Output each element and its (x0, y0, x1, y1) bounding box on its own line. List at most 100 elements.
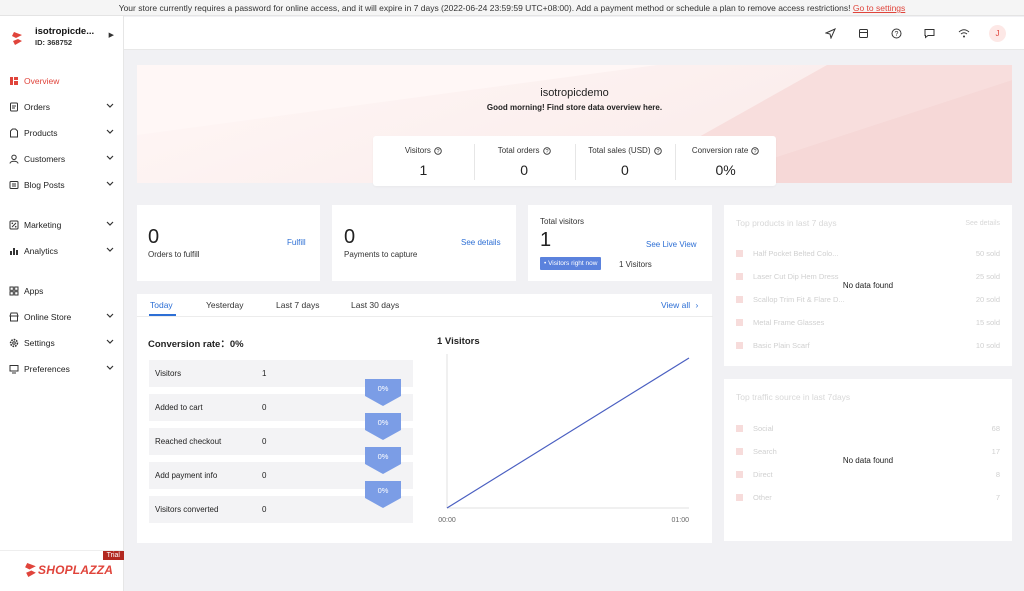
svg-text:?: ? (656, 149, 659, 155)
fulfill-label: Orders to fulfill (148, 250, 200, 259)
chevron-down-icon (106, 247, 114, 252)
chevron-down-icon (106, 339, 114, 344)
hero-greeting: Good morning! Find store data overview h… (486, 103, 663, 112)
banner-settings-link[interactable]: Go to settings (853, 3, 905, 13)
view-all-link[interactable]: View all › (661, 300, 698, 310)
blog-icon (9, 180, 19, 190)
overview-icon (9, 76, 19, 86)
total-visitors-card: Total visitors 1 See Live View • Visitor… (528, 205, 712, 281)
sidebar-item-label: Marketing (24, 220, 62, 230)
tab-last-30-days[interactable]: Last 30 days (351, 300, 399, 310)
funnel-value: 0 (262, 471, 267, 480)
funnel-label: Reached checkout (155, 437, 222, 446)
stat-value: 0 (520, 162, 529, 178)
wifi-icon[interactable] (957, 27, 970, 40)
navigation-arrow-icon[interactable] (824, 27, 837, 40)
product-sold: 15 sold (975, 318, 1000, 327)
chevron-down-icon (106, 181, 114, 186)
visitors-line-chart: 00:00 01:00 (438, 354, 690, 524)
chevron-right-icon: › (695, 300, 699, 310)
stat-total-sales: Total sales (USD)? 0 (574, 136, 676, 186)
sidebar-item-blog-posts[interactable]: Blog Posts (0, 172, 124, 198)
funnel-percent: 0% (377, 418, 389, 427)
sidebar-item-analytics[interactable]: Analytics (0, 238, 124, 264)
traffic-source: Social (753, 424, 774, 433)
help-icon[interactable]: ? (542, 146, 551, 155)
store-id: ID: 368752 (35, 38, 73, 47)
sidebar-item-preferences[interactable]: Preferences (0, 356, 124, 382)
funnel-value: 0 (262, 437, 267, 446)
stat-value: 1 (419, 162, 428, 178)
sidebar-item-label: Overview (24, 76, 60, 86)
sidebar-item-products[interactable]: Products (0, 120, 124, 146)
stats-summary: Visitors? 1 Total orders? 0 Total sales … (373, 136, 776, 186)
sidebar-item-overview[interactable]: Overview (0, 68, 124, 94)
traffic-count: 8 (995, 470, 1000, 479)
product-sold: 10 sold (975, 341, 1000, 350)
help-icon[interactable]: ? (653, 146, 662, 155)
help-icon[interactable]: ? (434, 146, 442, 155)
store-front-icon[interactable] (857, 27, 870, 40)
tab-yesterday[interactable]: Yesterday (206, 300, 244, 310)
sidebar-item-label: Blog Posts (24, 180, 65, 190)
sidebar-item-online-store[interactable]: Online Store (0, 304, 124, 330)
tab-today[interactable]: Today (150, 300, 173, 310)
funnel-percent-badge: 0% (365, 379, 401, 406)
see-live-view-link[interactable]: See Live View (646, 240, 697, 249)
fulfill-link[interactable]: Fulfill (287, 238, 306, 247)
store-switcher[interactable]: isotropicde... ID: 368752 ▶ (10, 26, 118, 54)
stat-value: 0 (620, 162, 629, 178)
funnel-percent-badge: 0% (365, 413, 401, 440)
chat-icon[interactable] (923, 27, 936, 40)
stat-label: Total orders (497, 146, 540, 155)
top-bar: ? J (124, 17, 1024, 50)
funnel-percent: 0% (377, 486, 389, 495)
shoplazza-brand: SHOPLAZZA (24, 563, 113, 577)
visitors-now-badge: • Visitors right now (540, 257, 602, 270)
x-tick-label: 01:00 (671, 517, 689, 524)
sidebar-item-settings[interactable]: Settings (0, 330, 124, 356)
traffic-count: 7 (995, 493, 1000, 502)
chevron-down-icon (106, 103, 114, 108)
product-name: Basic Plain Scarf (753, 341, 810, 350)
traffic-source: Other (753, 493, 772, 502)
list-item: Other 7 (736, 492, 1000, 504)
product-name: Half Pocket Belted Colo... (753, 249, 839, 258)
sidebar-item-orders[interactable]: Orders (0, 94, 124, 120)
sidebar-item-apps[interactable]: Apps (0, 278, 124, 304)
help-icon[interactable]: ? (890, 27, 903, 40)
traffic-count: 17 (991, 447, 1000, 456)
stat-visitors: Visitors? 1 (373, 136, 474, 186)
product-name: Laser Cut Dip Hem Dress (753, 272, 839, 281)
capture-count: 0 (344, 226, 356, 248)
sidebar-item-label: Orders (24, 102, 50, 112)
top-products-title: Top products in last 7 days (736, 218, 837, 228)
tab-last-7-days[interactable]: Last 7 days (276, 300, 319, 310)
user-avatar[interactable]: J (989, 25, 1006, 42)
list-item: Half Pocket Belted Colo... 50 sold (736, 248, 1000, 260)
traffic-source: Direct (753, 470, 773, 479)
list-item: Direct 8 (736, 469, 1000, 481)
sidebar-item-label: Customers (24, 154, 66, 164)
active-tab-indicator (149, 314, 176, 316)
gear-icon (9, 338, 19, 348)
sidebar-item-marketing[interactable]: Marketing (0, 212, 124, 238)
funnel-percent-badge: 0% (365, 481, 401, 508)
payments-to-capture-card: 0 Payments to capture See details (332, 205, 516, 281)
chevron-down-icon (106, 129, 114, 134)
brand-name: SHOPLAZZA (38, 563, 114, 577)
sidebar-item-label: Apps (24, 286, 44, 296)
x-tick-label: 00:00 (438, 517, 456, 524)
product-sold: 25 sold (975, 272, 1000, 281)
sidebar: isotropicde... ID: 368752 ▶ Overview Ord… (0, 16, 124, 591)
funnel-label: Added to cart (155, 403, 203, 412)
product-sold: 20 sold (975, 295, 1000, 304)
top-products-see-details[interactable]: See details (965, 220, 1000, 227)
banner-text: Your store currently requires a password… (118, 3, 851, 13)
sidebar-item-customers[interactable]: Customers (0, 146, 124, 172)
funnel-percent-badge: 0% (365, 447, 401, 474)
see-details-link[interactable]: See details (461, 238, 501, 247)
list-item: Social 68 (736, 423, 1000, 435)
view-all-label: View all (661, 300, 691, 310)
help-icon[interactable]: ? (751, 146, 760, 155)
